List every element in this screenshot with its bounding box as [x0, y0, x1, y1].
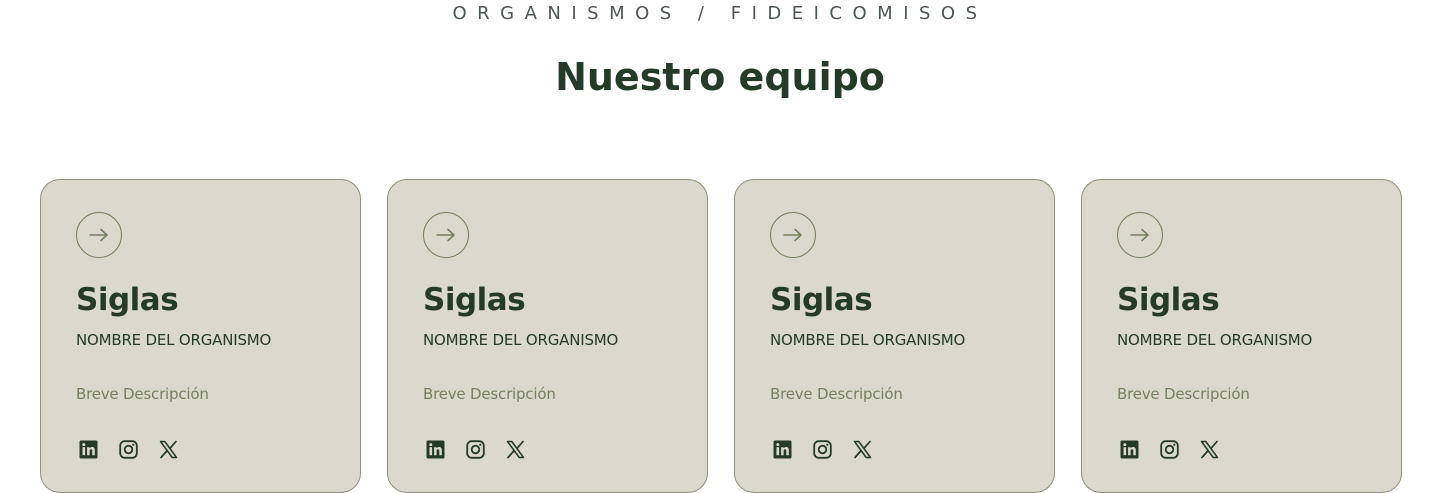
x-link[interactable] — [158, 439, 178, 459]
linkedin-icon — [773, 440, 791, 458]
card-description: Breve Descripción — [76, 385, 209, 403]
card-organismo-name: NOMBRE DEL ORGANISMO — [770, 331, 966, 349]
social-links — [78, 439, 178, 459]
organismo-card[interactable]: Siglas NOMBRE DEL ORGANISMO Breve Descri… — [734, 179, 1055, 493]
organismo-card[interactable]: Siglas NOMBRE DEL ORGANISMO Breve Descri… — [1081, 179, 1402, 493]
section-eyebrow: ORGANISMOS / FIDEICOMISOS — [452, 3, 988, 24]
card-organismo-name: NOMBRE DEL ORGANISMO — [1117, 331, 1313, 349]
social-links — [772, 439, 872, 459]
instagram-link[interactable] — [465, 439, 485, 459]
arrow-right-button[interactable] — [770, 212, 816, 258]
x-link[interactable] — [1199, 439, 1219, 459]
instagram-icon — [118, 439, 138, 459]
card-siglas: Siglas — [770, 282, 873, 318]
card-siglas: Siglas — [1117, 282, 1220, 318]
instagram-icon — [812, 439, 832, 459]
arrow-right-button[interactable] — [76, 212, 122, 258]
x-icon — [506, 440, 524, 458]
instagram-icon — [465, 439, 485, 459]
card-organismo-name: NOMBRE DEL ORGANISMO — [76, 331, 272, 349]
linkedin-link[interactable] — [1119, 439, 1139, 459]
card-siglas: Siglas — [423, 282, 526, 318]
organismo-card[interactable]: Siglas NOMBRE DEL ORGANISMO Breve Descri… — [40, 179, 361, 493]
arrow-right-icon — [783, 228, 802, 242]
arrow-right-button[interactable] — [1117, 212, 1163, 258]
instagram-link[interactable] — [812, 439, 832, 459]
social-links — [425, 439, 525, 459]
organismo-card[interactable]: Siglas NOMBRE DEL ORGANISMO Breve Descri… — [387, 179, 708, 493]
linkedin-link[interactable] — [425, 439, 445, 459]
card-organismo-name: NOMBRE DEL ORGANISMO — [423, 331, 619, 349]
x-link[interactable] — [852, 439, 872, 459]
linkedin-link[interactable] — [772, 439, 792, 459]
instagram-link[interactable] — [1159, 439, 1179, 459]
linkedin-icon — [1120, 440, 1138, 458]
x-icon — [853, 440, 871, 458]
linkedin-icon — [79, 440, 97, 458]
card-siglas: Siglas — [76, 282, 179, 318]
card-description: Breve Descripción — [1117, 385, 1250, 403]
card-description: Breve Descripción — [770, 385, 903, 403]
arrow-right-icon — [436, 228, 455, 242]
x-icon — [1200, 440, 1218, 458]
arrow-right-icon — [1130, 228, 1149, 242]
x-icon — [159, 440, 177, 458]
arrow-right-button[interactable] — [423, 212, 469, 258]
instagram-link[interactable] — [118, 439, 138, 459]
arrow-right-icon — [89, 228, 108, 242]
x-link[interactable] — [505, 439, 525, 459]
cards-row: Siglas NOMBRE DEL ORGANISMO Breve Descri… — [40, 179, 1402, 493]
card-description: Breve Descripción — [423, 385, 556, 403]
linkedin-icon — [426, 440, 444, 458]
linkedin-link[interactable] — [78, 439, 98, 459]
instagram-icon — [1159, 439, 1179, 459]
section-title: Nuestro equipo — [555, 55, 885, 99]
social-links — [1119, 439, 1219, 459]
team-section: ORGANISMOS / FIDEICOMISOS Nuestro equipo… — [0, 0, 1440, 493]
